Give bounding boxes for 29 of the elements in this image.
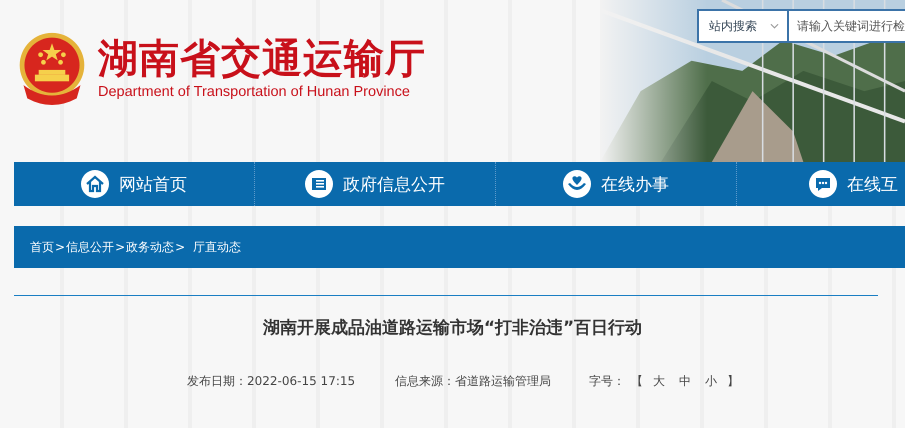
breadcrumb-link[interactable]: 信息公开	[66, 238, 114, 256]
article-title: 湖南开展成品油道路运输市场“打非治违”百日行动	[262, 317, 644, 339]
nav-link[interactable]: 在线办事	[496, 162, 737, 206]
search-scope-dropdown[interactable]: 站内搜索	[697, 9, 789, 43]
bracket: 】	[727, 373, 740, 390]
breadcrumb-separator: >	[115, 240, 126, 254]
nav-link[interactable]: 政府信息公开	[255, 162, 496, 206]
chevron-down-icon	[770, 23, 779, 29]
search-field[interactable]: 请输入关键词进行检	[789, 9, 905, 43]
breadcrumb-link[interactable]: 政务动态	[126, 238, 174, 256]
home-icon	[81, 170, 109, 198]
nav-link[interactable]: 在线互	[737, 162, 905, 206]
breadcrumb-separator: >	[175, 240, 186, 254]
font-size-label: 字号：	[589, 373, 626, 390]
font-size-link[interactable]: 小	[701, 373, 722, 390]
nav-link[interactable]: 网站首页	[14, 162, 255, 206]
document-icon	[305, 170, 333, 198]
font-size-link[interactable]: 大	[649, 373, 670, 390]
article-source: 信息来源：省道路运输管理局	[395, 373, 552, 390]
site-subtitle: Department of Transportation of Hunan Province	[98, 83, 411, 101]
font-size-link[interactable]: 中	[675, 373, 696, 390]
chat-icon	[809, 170, 837, 198]
breadcrumb-separator: >	[55, 240, 66, 254]
site-title: 湖南省交通运输厅	[98, 35, 426, 83]
breadcrumb-link[interactable]: 厅直动态	[193, 238, 242, 256]
publish-date: 发布日期：2022-06-15 17:15	[187, 373, 356, 390]
bracket: 【	[631, 373, 644, 390]
heart-hand-icon	[563, 170, 591, 198]
breadcrumb-link[interactable]: 首页	[30, 238, 54, 256]
